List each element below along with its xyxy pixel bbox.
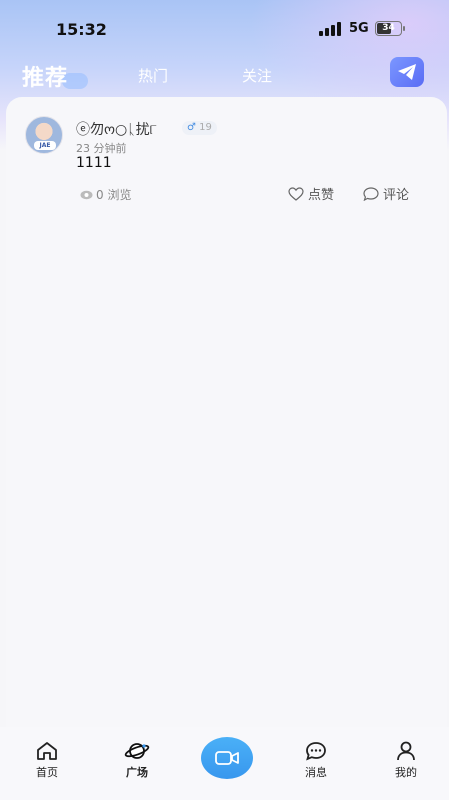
- avatar-badge: JAE: [34, 141, 56, 150]
- signal-icon: [319, 22, 341, 36]
- view-count: 0 浏览: [80, 186, 131, 203]
- comment-label: 评论: [383, 188, 410, 203]
- battery-icon: 34: [375, 21, 405, 36]
- top-tabs: 推荐 热门 关注: [0, 55, 449, 93]
- battery-level: 34: [382, 23, 395, 33]
- post-username[interactable]: ⓔ勿ო○ᚳ扰୮: [76, 119, 157, 139]
- send-post-button[interactable]: [390, 57, 424, 87]
- view-count-label: 0 浏览: [96, 188, 132, 202]
- nav-home-label: 首页: [36, 766, 58, 779]
- age-value: 19: [199, 122, 212, 133]
- network-type: 5G: [349, 21, 369, 36]
- like-label: 点赞: [308, 188, 335, 203]
- post-card[interactable]: JAE ⓔ勿ო○ᚳ扰୮ ♂ 19 23 分钟前 1111 0 浏览 点赞 评论: [6, 97, 447, 217]
- home-icon: [37, 742, 57, 760]
- male-icon: ♂: [187, 122, 196, 133]
- nav-me-label: 我的: [395, 766, 417, 779]
- avatar[interactable]: JAE: [25, 116, 63, 154]
- like-button[interactable]: 点赞: [288, 184, 334, 203]
- post-content: 1111: [76, 155, 112, 171]
- paper-plane-icon: [398, 64, 416, 80]
- feed-list: JAE ⓔ勿ო○ᚳ扰୮ ♂ 19 23 分钟前 1111 0 浏览 点赞 评论: [6, 97, 447, 727]
- tab-follow[interactable]: 关注: [242, 65, 272, 86]
- heart-icon: [288, 186, 304, 201]
- nav-home[interactable]: 首页: [22, 739, 72, 780]
- post-time: 23 分钟前: [76, 142, 127, 155]
- eye-icon: [80, 190, 93, 199]
- planet-icon: [124, 743, 150, 759]
- nav-me[interactable]: 我的: [381, 739, 431, 780]
- nav-messages[interactable]: 消息: [291, 739, 341, 780]
- bottom-nav: 首页 广场 消息 我的: [0, 727, 449, 800]
- tab-recommend[interactable]: 推荐: [22, 60, 68, 92]
- status-time: 15:32: [56, 20, 107, 39]
- chat-icon: [306, 742, 326, 761]
- status-bar: 15:32 5G 34: [0, 0, 449, 58]
- tab-hot[interactable]: 热门: [138, 65, 168, 86]
- user-icon: [397, 741, 415, 761]
- comment-button[interactable]: 评论: [363, 184, 409, 203]
- video-button[interactable]: [201, 737, 253, 779]
- video-camera-icon: [215, 751, 239, 765]
- comment-icon: [363, 186, 379, 201]
- nav-square[interactable]: 广场: [112, 739, 162, 780]
- gender-age-badge: ♂ 19: [182, 121, 217, 135]
- nav-messages-label: 消息: [305, 766, 327, 779]
- nav-square-label: 广场: [126, 766, 148, 779]
